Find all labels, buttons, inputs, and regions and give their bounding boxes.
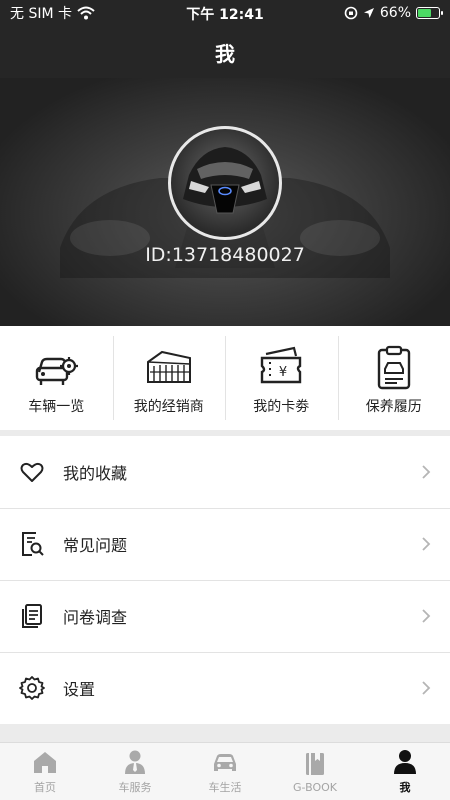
- menu-item-settings[interactable]: 设置: [0, 652, 450, 724]
- menu-item-label: 我的收藏: [63, 464, 128, 483]
- carrier-label: 无 SIM 卡: [10, 6, 72, 22]
- tab-label: 车生活: [208, 781, 242, 794]
- heart-icon: [20, 462, 44, 482]
- wifi-icon: [77, 6, 95, 20]
- gear-icon: [19, 676, 45, 700]
- coupon-icon: ¥: [261, 346, 302, 384]
- book-icon: [306, 752, 324, 775]
- quick-action-label: 我的卡劵: [253, 399, 310, 415]
- document-search-icon: [22, 532, 44, 556]
- car-icon: [214, 754, 236, 771]
- battery-icon: [416, 7, 443, 19]
- quick-actions: 车辆一览 我的经销商 ¥ 我的卡劵 保养履历: [0, 326, 450, 430]
- home-icon: [34, 752, 56, 773]
- chevron-right-icon: [422, 681, 431, 695]
- menu-item-label: 常见问题: [63, 536, 128, 555]
- tab-label: 车服务: [118, 781, 152, 794]
- bottom-tab-bar: 首页 车服务 车生活 G-BOOK 我: [0, 742, 450, 800]
- quick-action-label: 车辆一览: [28, 399, 85, 415]
- status-bar: 无 SIM 卡 下午 12:41 66%: [0, 0, 450, 26]
- chevron-right-icon: [422, 465, 431, 479]
- menu-item-survey[interactable]: 问卷调查: [0, 580, 450, 652]
- menu-item-label: 设置: [63, 680, 96, 699]
- menu-item-favorites[interactable]: 我的收藏: [0, 436, 450, 508]
- tab-car-service[interactable]: 车服务: [90, 743, 180, 800]
- quick-action-vehicles[interactable]: 车辆一览: [0, 326, 113, 430]
- dealer-building-icon: [146, 350, 191, 383]
- menu-item-label: 问卷调查: [63, 608, 128, 627]
- tab-gbook[interactable]: G-BOOK: [270, 743, 360, 800]
- tab-label: G-BOOK: [293, 780, 337, 794]
- quick-action-coupons[interactable]: ¥ 我的卡劵: [225, 326, 338, 430]
- location-icon: [363, 8, 374, 18]
- quick-action-dealer[interactable]: 我的经销商: [112, 326, 226, 430]
- avatar[interactable]: [168, 126, 282, 240]
- car-gear-icon: [36, 357, 79, 385]
- orientation-lock-icon: [344, 6, 358, 20]
- top-bar: 无 SIM 卡 下午 12:41 66% 我: [0, 0, 450, 78]
- menu-item-faq[interactable]: 常见问题: [0, 508, 450, 580]
- page-title: 我: [215, 41, 235, 66]
- svg-text:¥: ¥: [279, 365, 287, 380]
- chevron-right-icon: [422, 609, 431, 623]
- tab-label: 我: [399, 781, 411, 794]
- quick-action-label: 保养履历: [365, 399, 422, 415]
- service-person-icon: [125, 750, 145, 774]
- tab-label: 首页: [34, 781, 56, 794]
- person-icon: [394, 750, 416, 774]
- settings-menu: 我的收藏 常见问题 问卷调查 设置: [0, 436, 450, 724]
- quick-action-maintenance[interactable]: 保养履历: [337, 326, 450, 430]
- survey-icon: [22, 604, 42, 628]
- tab-car-life[interactable]: 车生活: [180, 743, 270, 800]
- quick-action-label: 我的经销商: [133, 399, 204, 415]
- profile-hero: ID:13718480027: [0, 78, 450, 326]
- maintenance-clipboard-icon: [377, 345, 410, 390]
- chevron-right-icon: [422, 537, 431, 551]
- tab-home[interactable]: 首页: [0, 743, 90, 800]
- car-avatar-image: [183, 147, 267, 214]
- tab-me[interactable]: 我: [360, 743, 450, 800]
- user-id-label: ID:13718480027: [145, 244, 305, 266]
- battery-percent: 66%: [379, 5, 411, 21]
